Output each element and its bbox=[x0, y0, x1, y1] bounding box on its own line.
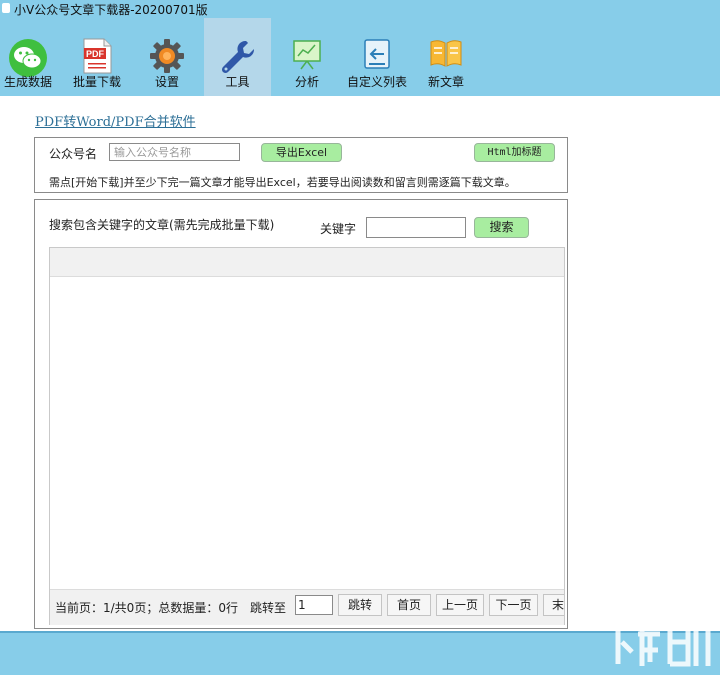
last-page-button[interactable]: 末 bbox=[543, 594, 564, 616]
keyword-label: 关键字 bbox=[320, 222, 357, 236]
account-label: 公众号名 bbox=[49, 147, 98, 161]
keyword-input[interactable] bbox=[366, 217, 466, 238]
jump-label: 跳转至 bbox=[250, 601, 287, 615]
toolbar-item-settings[interactable]: 设置 bbox=[138, 18, 196, 96]
first-page-button[interactable]: 首页 bbox=[387, 594, 431, 616]
app-icon bbox=[2, 3, 10, 13]
toolbar-item-generate-data[interactable]: 生成数据 bbox=[0, 18, 56, 96]
grid-header bbox=[50, 248, 564, 277]
toolbar-label: 分析 bbox=[294, 75, 319, 89]
jump-button[interactable]: 跳转 bbox=[338, 594, 382, 616]
pdf-tool-link[interactable]: PDF转Word/PDF合并软件 bbox=[35, 111, 196, 130]
results-grid: 当前页：1/共0页；总数据量：0行 跳转至 1 跳转 首页 上一页 下一页 末 bbox=[49, 247, 565, 625]
toolbar-label: 设置 bbox=[154, 75, 179, 89]
toolbar-item-batch-download[interactable]: PDF 批量下载 bbox=[67, 18, 127, 96]
list-import-icon bbox=[361, 38, 393, 73]
main-toolbar: 生成数据 PDF 批量下载 设置 工具 分析 自定义列表 新文章 bbox=[0, 18, 720, 96]
prev-page-button[interactable]: 上一页 bbox=[436, 594, 484, 616]
main-content: PDF转Word/PDF合并软件 公众号名 输入公众号名称 导出Excel Ht… bbox=[0, 96, 720, 631]
export-excel-button[interactable]: 导出Excel bbox=[261, 143, 342, 162]
toolbar-item-tools[interactable]: 工具 bbox=[204, 18, 271, 96]
next-page-button[interactable]: 下一页 bbox=[489, 594, 538, 616]
gear-icon bbox=[149, 38, 185, 77]
toolbar-item-new-article[interactable]: 新文章 bbox=[420, 18, 472, 96]
page-number-input[interactable]: 1 bbox=[295, 595, 333, 615]
title-bar: 小V公众号文章下载器-20200701版 bbox=[0, 0, 720, 18]
search-panel: 搜索包含关键字的文章(需先完成批量下载) 关键字 搜索 当前页：1/共0页；总数… bbox=[34, 199, 568, 629]
toolbar-item-analysis[interactable]: 分析 bbox=[281, 18, 333, 96]
toolbar-label: 新文章 bbox=[427, 75, 464, 89]
pager-bar: 当前页：1/共0页；总数据量：0行 跳转至 1 跳转 首页 上一页 下一页 末 bbox=[50, 589, 564, 625]
window-title: 小V公众号文章下载器-20200701版 bbox=[14, 3, 208, 17]
svg-text:PDF: PDF bbox=[86, 49, 105, 59]
toolbar-label: 批量下载 bbox=[72, 75, 121, 89]
toolbar-item-custom-list[interactable]: 自定义列表 bbox=[343, 18, 411, 96]
chart-board-icon bbox=[292, 38, 322, 73]
account-name-input[interactable]: 输入公众号名称 bbox=[109, 143, 240, 161]
toolbar-label: 自定义列表 bbox=[346, 75, 407, 89]
watermark-logo bbox=[604, 619, 711, 667]
html-title-button[interactable]: Html加标题 bbox=[474, 143, 555, 162]
search-description: 搜索包含关键字的文章(需先完成批量下载) bbox=[49, 218, 275, 232]
search-button[interactable]: 搜索 bbox=[474, 217, 529, 238]
account-panel: 公众号名 输入公众号名称 导出Excel Html加标题 需点[开始下载]并至少… bbox=[34, 137, 568, 193]
pdf-icon: PDF bbox=[80, 38, 114, 77]
toolbar-label: 工具 bbox=[225, 75, 250, 89]
book-icon bbox=[429, 38, 463, 71]
export-notice: 需点[开始下载]并至少下完一篇文章才能导出Excel，若要导出阅读数和留言则需逐… bbox=[49, 176, 516, 189]
pager-status: 当前页：1/共0页；总数据量：0行 bbox=[55, 601, 238, 615]
toolbar-label: 生成数据 bbox=[3, 75, 52, 89]
